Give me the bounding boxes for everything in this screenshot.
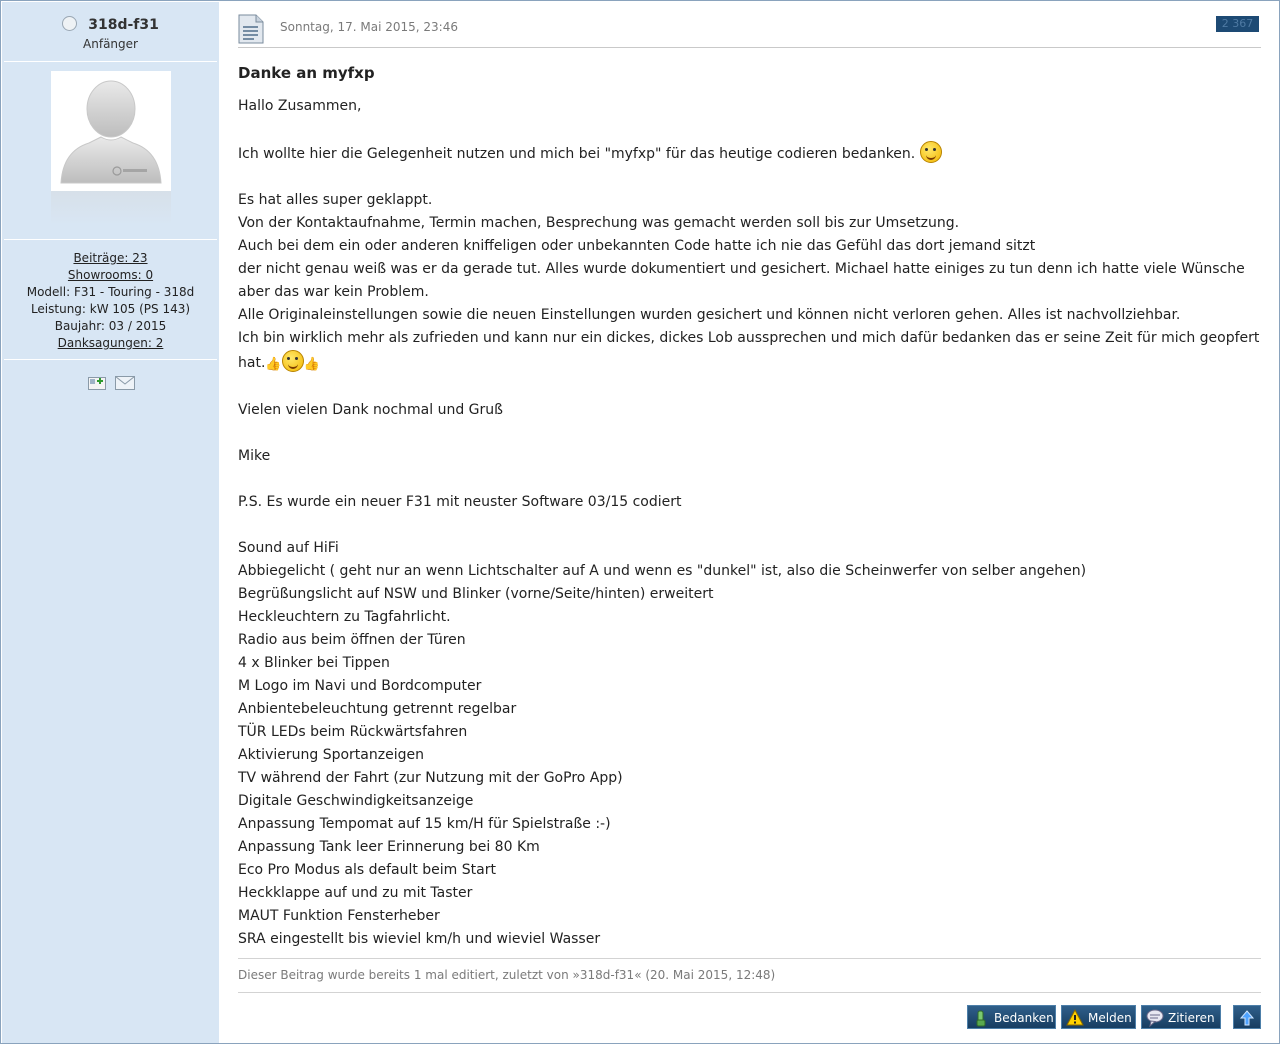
car-power: Leistung: kW 105 (PS 143) — [30, 302, 191, 316]
sidebar-divider — [4, 61, 217, 62]
feature-item: Anpassung Tank leer Erinnerung bei 80 Km — [238, 839, 540, 855]
laughing-smiley-icon — [919, 141, 942, 163]
thumbs-up-icon — [972, 1009, 990, 1027]
author-contact-icons — [88, 375, 137, 394]
post-line: Mike — [238, 448, 271, 464]
edit-note: Dieser Beitrag wurde bereits 1 mal editi… — [238, 968, 776, 982]
thumbs-up-icon: 👍 — [303, 357, 320, 372]
feature-item: Anbientebeleuchtung getrennt regelbar — [238, 701, 517, 717]
post-line: Ich wollte hier die Gelegenheit nutzen u… — [238, 141, 1268, 166]
feature-item: 4 x Blinker bei Tippen — [238, 655, 390, 671]
feature-list: Sound auf HiFi Abbiegelicht ( geht nur a… — [238, 537, 1268, 951]
post-document-icon — [238, 14, 264, 48]
sidebar-divider — [4, 359, 217, 360]
post-body: Hallo Zusammen, Ich wollte hier die Gele… — [238, 95, 1268, 951]
author-name-link[interactable]: 318d-f31 — [88, 17, 159, 33]
quote-button[interactable]: Zitieren — [1141, 1005, 1221, 1029]
post-title: Danke an myfxp — [238, 64, 375, 82]
speech-bubble-icon — [1146, 1009, 1164, 1028]
avatar-reflection — [51, 191, 171, 225]
feature-item: Sound auf HiFi — [238, 540, 339, 556]
feature-item: MAUT Funktion Fensterheber — [238, 908, 440, 924]
post-line: P.S. Es wurde ein neuer F31 mit neuster … — [238, 494, 682, 510]
thank-button-label: Bedanken — [994, 1011, 1054, 1025]
post-line: Vielen vielen Dank nochmal und Gruß — [238, 402, 503, 418]
feature-item: Anpassung Tempomat auf 15 km/H für Spiel… — [238, 816, 611, 832]
post-number-link[interactable]: 2 367 — [1216, 16, 1259, 32]
showrooms-link[interactable]: Showrooms: 0 — [68, 268, 153, 282]
feature-item: M Logo im Navi und Bordcomputer — [238, 678, 482, 694]
post-line: Auch bei dem ein oder anderen kniffelige… — [238, 238, 1036, 254]
quote-button-label: Zitieren — [1168, 1011, 1215, 1025]
post-line: hat.👍 👍 — [238, 350, 1268, 376]
feature-item: SRA eingestellt bis wieviel km/h und wie… — [238, 931, 601, 947]
arrow-up-icon — [1238, 1009, 1256, 1027]
feature-item: TÜR LEDs beim Rückwärtsfahren — [238, 724, 468, 740]
private-message-icon[interactable] — [115, 375, 136, 390]
feature-item: Digitale Geschwindigkeitsanzeige — [238, 793, 474, 809]
header-divider — [238, 47, 1261, 48]
post-line: der nicht genau weiß was er da gerade tu… — [238, 261, 1245, 277]
footer-divider — [238, 992, 1261, 993]
author-sidebar: 318d-f31 Anfänger Beiträge: 23 Showrooms… — [2, 2, 219, 1043]
post-container: 318d-f31 Anfänger Beiträge: 23 Showrooms… — [0, 0, 1280, 1044]
post-line: Es hat alles super geklappt. — [238, 192, 433, 208]
offline-status-icon — [62, 16, 78, 31]
feature-item: Eco Pro Modus als default beim Start — [238, 862, 496, 878]
avatar[interactable] — [51, 71, 171, 191]
edit-divider — [238, 958, 1261, 959]
post-line: Hallo Zusammen, — [238, 98, 362, 114]
feature-item: Heckklappe auf und zu mit Taster — [238, 885, 473, 901]
default-avatar-icon — [51, 71, 171, 191]
sidebar-divider — [4, 239, 217, 240]
posts-count-link[interactable]: Beiträge: 23 — [73, 251, 147, 265]
add-contact-icon[interactable] — [88, 375, 106, 390]
scroll-to-top-button[interactable] — [1233, 1005, 1261, 1029]
car-model: Modell: F31 - Touring - 318d — [26, 285, 195, 299]
post-line: aber das war kein Problem. — [238, 284, 429, 300]
car-year: Baujahr: 03 / 2015 — [54, 319, 167, 333]
feature-item: Aktivierung Sportanzeigen — [238, 747, 424, 763]
feature-item: TV während der Fahrt (zur Nutzung mit de… — [238, 770, 623, 786]
warning-icon — [1066, 1008, 1084, 1027]
grinning-smiley-icon — [281, 350, 304, 372]
feature-item: Abbiegelicht ( geht nur an wenn Lichtsch… — [238, 563, 1087, 579]
post-date: Sonntag, 17. Mai 2015, 23:46 — [280, 20, 458, 34]
author-rank: Anfänger — [83, 37, 138, 51]
post-line-text: Ich wollte hier die Gelegenheit nutzen u… — [238, 146, 916, 162]
feature-item: Begrüßungslicht auf NSW und Blinker (vor… — [238, 586, 714, 602]
report-button[interactable]: Melden — [1061, 1005, 1136, 1029]
post-line: Alle Originaleinstellungen sowie die neu… — [238, 307, 1181, 323]
thumbs-up-icon: 👍 — [265, 357, 282, 372]
author-stats: Beiträge: 23 Showrooms: 0 Modell: F31 - … — [2, 250, 219, 352]
post-line: Ich bin wirklich mehr als zufrieden und … — [238, 330, 1260, 346]
feature-item: Heckleuchtern zu Tagfahrlicht. — [238, 609, 451, 625]
report-button-label: Melden — [1088, 1011, 1132, 1025]
thank-button[interactable]: Bedanken — [967, 1005, 1056, 1029]
feature-item: Radio aus beim öffnen der Türen — [238, 632, 466, 648]
thanks-count-link[interactable]: Danksagungen: 2 — [58, 336, 164, 350]
author-header: 318d-f31 Anfänger — [2, 14, 219, 51]
post-line: Von der Kontaktaufnahme, Termin machen, … — [238, 215, 960, 231]
post-line-text: hat. — [238, 355, 266, 371]
